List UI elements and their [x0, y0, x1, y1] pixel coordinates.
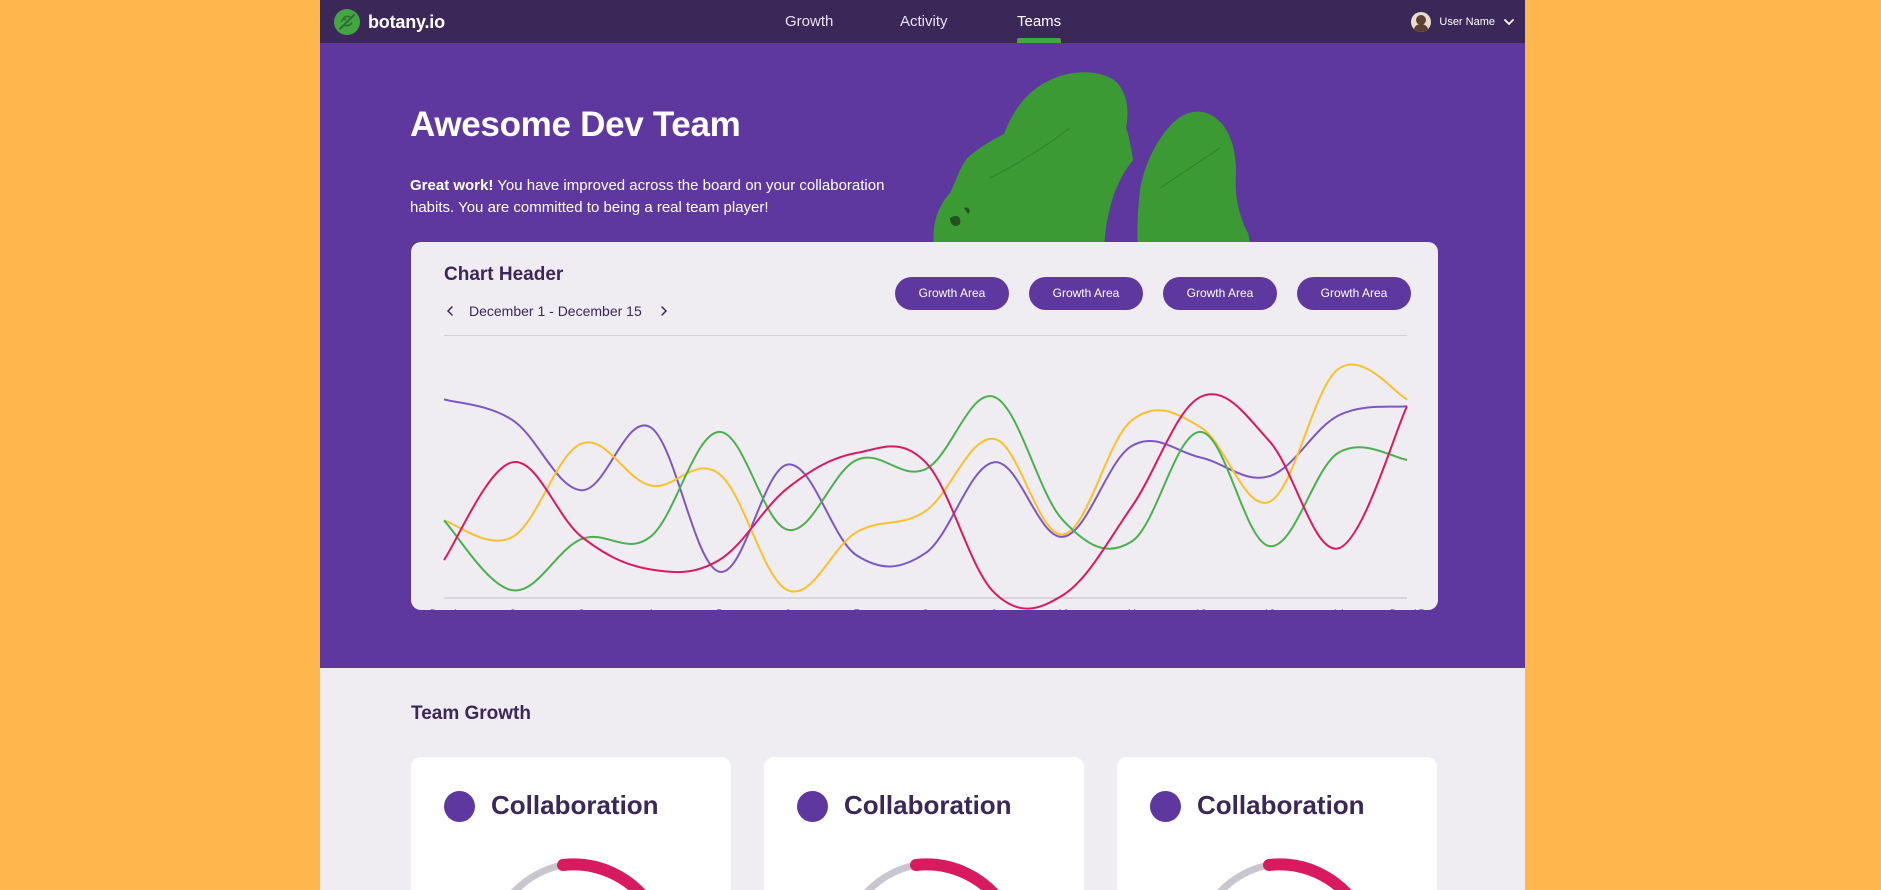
team-growth-title: Team Growth [411, 703, 531, 724]
user-menu[interactable]: User Name [1411, 0, 1515, 43]
user-name: User Name [1439, 15, 1495, 28]
gauge-chart [511, 858, 646, 890]
x-tick-label: Dec 15 [1390, 608, 1425, 610]
hero-description: Great work! You have improved across the… [410, 175, 930, 219]
gauge-chart [864, 858, 999, 890]
nav-teams[interactable]: Teams [1017, 0, 1062, 43]
x-tick-label: 8 [922, 608, 928, 610]
x-tick-label: 9 [991, 608, 997, 610]
avatar-icon [1411, 11, 1432, 32]
x-tick-label: 7 [854, 608, 860, 610]
hero-description-bold: Great work! [410, 177, 494, 194]
growth-card-2[interactable]: Collaboration [764, 757, 1084, 890]
x-tick-label: 6 [785, 608, 791, 610]
x-tick-label: 12 [1195, 608, 1207, 610]
series-line-4 [443, 393, 1408, 610]
x-tick-label: 11 [1126, 608, 1137, 610]
chevron-down-icon [1504, 18, 1514, 25]
brand-logo[interactable]: botany.io [334, 9, 445, 35]
top-nav: botany.io Growth Activity Teams User Nam… [320, 0, 1525, 43]
growth-card-3[interactable]: Collaboration [1117, 757, 1437, 890]
nav-activity[interactable]: Activity [900, 0, 948, 43]
x-tick-label: 2 [510, 608, 516, 610]
logo-icon [334, 9, 360, 35]
hero-section: Awesome Dev Team Great work! You have im… [320, 43, 1525, 668]
x-tick-label: Dec 1 [430, 608, 459, 610]
line-chart: Dec 1 2 3 4 5 6 7 8 9 10 11 12 13 14 Dec 15 [430, 363, 1425, 610]
series-line-3 [443, 395, 1408, 592]
x-tick-label: 4 [647, 608, 653, 610]
x-tick-label: 13 [1263, 608, 1275, 610]
x-tick-label: 10 [1057, 608, 1069, 610]
x-tick-label: 5 [716, 608, 722, 610]
x-tick-label: 3 [579, 608, 585, 610]
nav-growth-label: Growth [785, 13, 834, 30]
app-frame: botany.io Growth Activity Teams User Nam… [320, 0, 1525, 890]
x-tick-label: 14 [1332, 608, 1344, 610]
nav-teams-label: Teams [1017, 13, 1062, 30]
growth-card-1[interactable]: Collaboration [411, 757, 731, 890]
nav-activity-label: Activity [900, 13, 948, 30]
brand-name: botany.io [368, 11, 445, 32]
chart-card: Chart Header December 1 - December 15 Gr… [411, 242, 1438, 610]
nav-growth[interactable]: Growth [785, 0, 833, 43]
plant-illustration [933, 72, 1250, 248]
series-line-1 [443, 398, 1408, 573]
gauge-chart [1217, 858, 1352, 890]
page-title: Awesome Dev Team [410, 105, 741, 144]
